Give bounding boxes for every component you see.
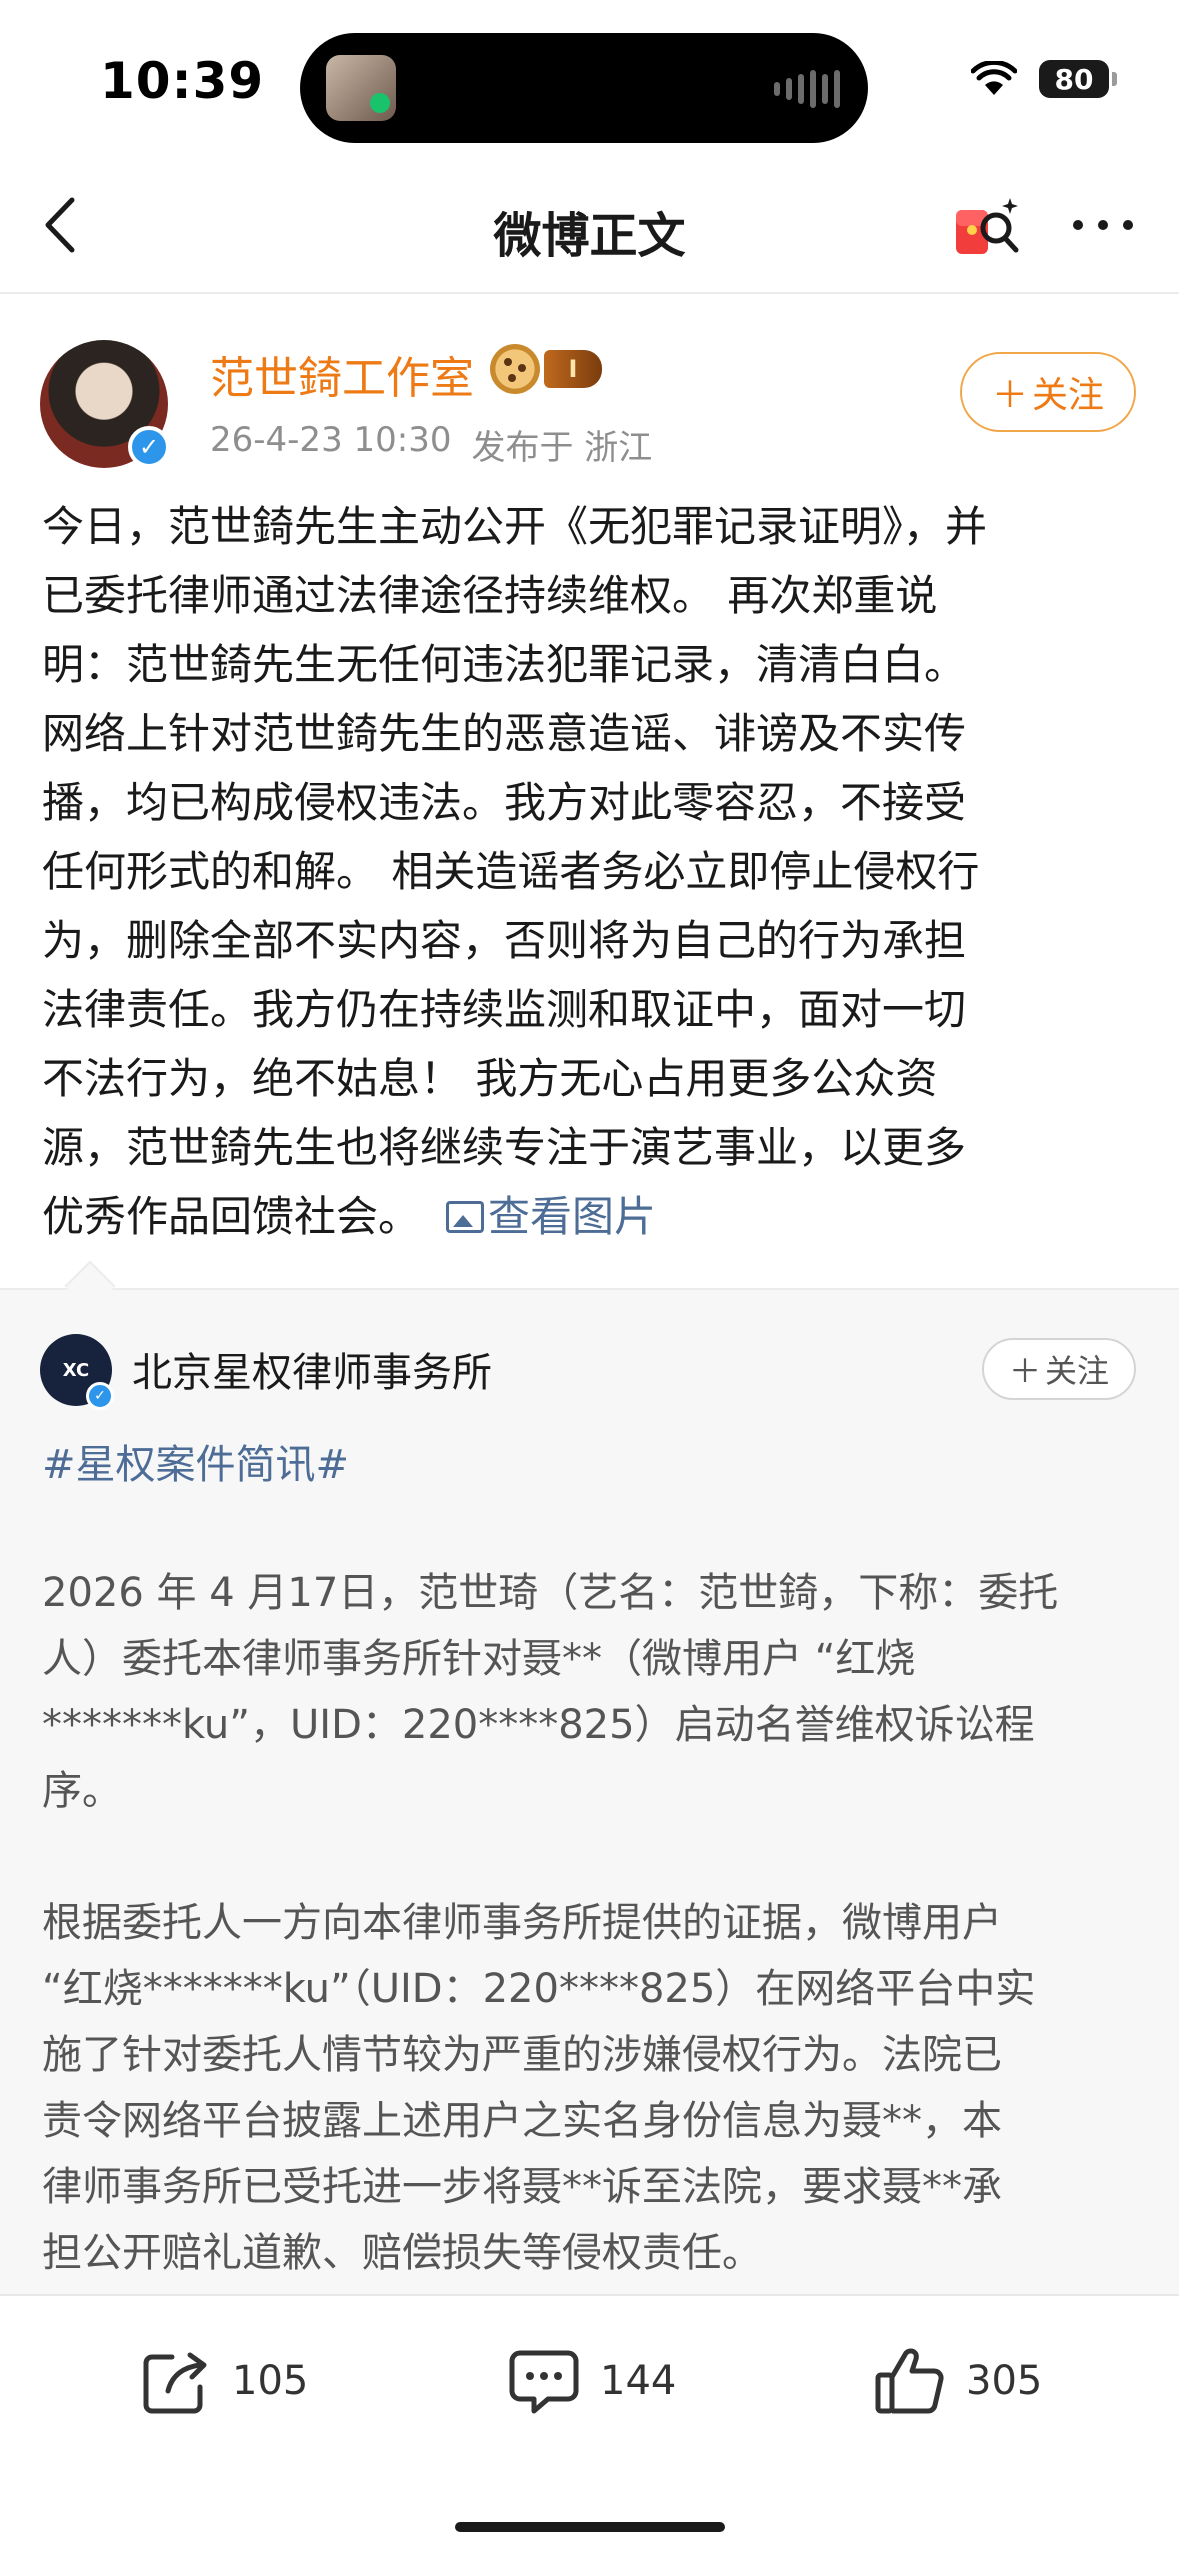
repost-author-name[interactable]: 北京星权律师事务所: [132, 1340, 492, 1398]
post-author-header: ✓ 范世錡工作室 I 26-4-23 10:30 发布于 浙江 ＋ 关注: [0, 334, 1179, 484]
dynamic-island[interactable]: [300, 33, 868, 143]
comment-icon: [509, 2350, 579, 2414]
repost-text-line: *******ku”，UID：220****825）启动名誉维权诉讼程: [42, 1702, 1035, 1748]
home-indicator[interactable]: [455, 2522, 725, 2532]
repost-body: 2026 年 4 月17日，范世琦（艺名：范世錡，下称：委托 人）委托本律师事务…: [42, 1560, 1152, 2286]
plus-icon: ＋: [1008, 1352, 1041, 1390]
battery-icon: 80: [1039, 60, 1117, 98]
comment-button[interactable]: 144: [506, 2336, 676, 2426]
share-icon: [143, 2352, 207, 2414]
level-badge: I: [544, 350, 602, 388]
status-indicators: 80: [971, 60, 1117, 98]
repost-text-line: 律师事务所已受托进一步将聂**诉至法院，要求聂**承: [42, 2164, 1002, 2210]
reposted-card[interactable]: XC ✓ 北京星权律师事务所 ＋ 关注 #星权案件简讯# 2026 年 4 月1…: [0, 1260, 1179, 2294]
view-pictures-link[interactable]: 查看图片: [446, 1192, 656, 1241]
repost-caret: [64, 1260, 116, 1312]
post-text-line: 网络上针对范世錡先生的恶意造谣、诽谤及不实传: [42, 709, 967, 758]
nav-bar: 微博正文: [0, 160, 1179, 294]
wifi-icon: [971, 61, 1017, 95]
post-body: 今日，范世錡先生主动公开《无犯罪记录证明》，并 已委托律师通过法律途径持续维权。…: [42, 492, 1142, 1251]
audio-wave-icon: [774, 69, 840, 109]
repost-text-line: 序。: [42, 1768, 122, 1814]
repost-text-line: “红烧*******ku”（UID：220****825）在网络平台中实: [42, 1966, 1036, 2012]
now-playing-thumbnail[interactable]: [326, 55, 396, 121]
post-location: 发布于 浙江: [471, 428, 653, 468]
post-text-line: 播，均已构成侵权违法。我方对此零容忍，不接受: [42, 778, 967, 827]
more-options-icon[interactable]: [1068, 200, 1138, 250]
repost-text-line: 2026 年 4 月17日，范世琦（艺名：范世錡，下称：委托: [42, 1570, 1059, 1616]
post-text-last-line: 优秀作品回馈社会。 查看图片: [42, 1182, 1142, 1251]
fan-cookie-icon: [490, 344, 540, 394]
follow-button[interactable]: ＋ 关注: [960, 352, 1136, 432]
repost-text-line: 责令网络平台披露上述用户之实名身份信息为聂**，本: [42, 2098, 1002, 2144]
red-packet-search-icon[interactable]: [950, 188, 1030, 268]
repost-count: 105: [232, 2358, 309, 2404]
post-text-line: 源，范世錡先生也将继续专注于演艺事业，以更多: [42, 1123, 967, 1172]
repost-follow-button[interactable]: ＋ 关注: [982, 1338, 1136, 1400]
like-count: 305: [966, 2358, 1043, 2404]
repost-text-line: 施了针对委托人情节较为严重的涉嫌侵权行为。法院已: [42, 2032, 1002, 2078]
like-button[interactable]: 305: [872, 2336, 1042, 2426]
author-name[interactable]: 范世錡工作室: [210, 342, 474, 406]
topic-hashtag-link[interactable]: #星权案件简讯#: [42, 1432, 349, 1490]
view-pictures-label: 查看图片: [488, 1192, 657, 1241]
status-bar: 10:39 80: [0, 0, 1179, 160]
status-time: 10:39: [100, 52, 265, 110]
post-text-line: 已委托律师通过法律途径持续维权。 再次郑重说: [42, 571, 938, 620]
repost-text-line: 人）委托本律师事务所针对聂**（微博用户 “红烧: [42, 1636, 916, 1682]
post-meta: 26-4-23 10:30 发布于 浙江: [210, 420, 652, 469]
verified-badge-icon: ✓: [128, 426, 170, 468]
follow-label: 关注: [1045, 1352, 1110, 1390]
image-icon: [446, 1201, 485, 1233]
follow-label: 关注: [1032, 375, 1105, 416]
verified-badge-icon: ✓: [86, 1382, 114, 1410]
post-text-line: 任何形式的和解。 相关造谣者务必立即停止侵权行: [42, 847, 980, 896]
comment-count: 144: [600, 2358, 677, 2404]
thumbs-up-icon: [875, 2348, 944, 2414]
post-text-line: 明：范世錡先生无任何违法犯罪记录，清清白白。: [42, 640, 967, 689]
post-text-line: 今日，范世錡先生主动公开《无犯罪记录证明》，并: [42, 502, 988, 551]
action-bar: 105 144 305: [0, 2294, 1179, 2556]
author-badges: I: [490, 344, 602, 394]
post-timestamp: 26-4-23 10:30: [210, 420, 452, 460]
repost-text-line: 担公开赔礼道歉、赔偿损失等侵权责任。: [42, 2230, 762, 2276]
post-text-line: 法律责任。我方仍在持续监测和取证中，面对一切: [42, 985, 967, 1034]
post-text-line: 优秀作品回馈社会。: [42, 1192, 421, 1241]
post-text-line: 不法行为，绝不姑息！ 我方无心占用更多公众资: [42, 1054, 938, 1103]
repost-button[interactable]: 105: [138, 2336, 308, 2426]
plus-icon: ＋: [991, 375, 1028, 416]
repost-text-line: 根据委托人一方向本律师事务所提供的证据，微博用户: [42, 1900, 1002, 1946]
post-text-line: 为，删除全部不实内容，否则将为自己的行为承担: [42, 916, 967, 965]
